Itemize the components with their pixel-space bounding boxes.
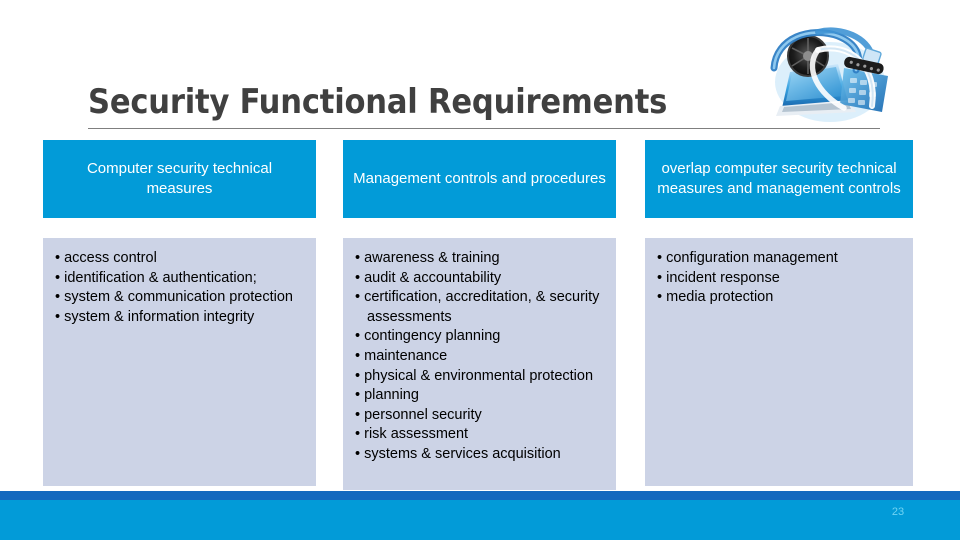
column-header-label: Management controls and procedures [353,170,606,187]
column-body-management-controls-and-procedures: • awareness & training • audit & account… [343,238,616,490]
list-item-label: maintenance [364,347,448,364]
title-divider [88,128,880,129]
list-item-label: certification, accreditation, & security… [364,289,600,325]
list-item-label: identification & authentication; [64,269,257,286]
column-header-computer-security-technical-measures: Computer security technical measures [43,140,316,218]
bullet-icon: • [657,269,667,286]
list-item: • certification, accreditation, & securi… [355,288,608,327]
list-item-label: system & information integrity [64,308,255,325]
list-item: • risk assessment [355,425,608,445]
list-item: • physical & environmental protection [355,367,608,387]
list-item-label: systems & services acquisition [364,445,561,462]
bullet-icon: • [657,289,667,306]
bullet-icon: • [355,426,365,443]
bullet-icon: • [355,328,365,345]
bullet-icon: • [355,445,365,462]
bullet-list: • awareness & training • audit & account… [355,249,608,465]
column-header-label: overlap computer security technical meas… [657,160,901,197]
bullet-list: • access control • identification & auth… [55,249,308,327]
list-item: • system & information integrity [55,308,308,328]
list-item-label: physical & environmental protection [364,367,594,384]
list-item-label: configuration management [666,250,838,266]
bullet-icon: • [355,289,365,306]
bullet-icon: • [355,387,365,404]
bullet-icon: • [355,367,365,384]
list-item-label: access control [64,250,157,266]
list-item: • awareness & training [355,249,608,269]
list-item: • personnel security [355,406,608,426]
bullet-icon: • [55,269,65,286]
list-item-label: risk assessment [364,426,469,443]
column-body-computer-security-technical-measures: • access control • identification & auth… [43,238,316,486]
page-title: Security Functional Requirements [88,82,668,122]
list-item: • access control [55,249,308,269]
slide-canvas: Security Functional Requirements Compute… [0,0,960,540]
bullet-icon: • [55,308,65,325]
list-item: • system & communication protection [55,288,308,308]
list-item-label: awareness & training [364,250,500,266]
bullet-icon: • [355,250,365,266]
page-number: 23 [891,506,905,518]
list-item: • contingency planning [355,327,608,347]
list-item-label: media protection [666,289,774,306]
list-item-label: contingency planning [364,328,501,345]
bullet-icon: • [657,250,667,266]
list-item: • identification & authentication; [55,269,308,289]
bullet-icon: • [55,289,65,306]
list-item-label: audit & accountability [364,269,502,286]
bullet-icon: • [355,269,365,286]
list-item-label: personnel security [364,406,482,423]
list-item: • planning [355,386,608,406]
column-header-management-controls-and-procedures: Management controls and procedures [343,140,616,218]
list-item: • media protection [657,288,905,308]
list-item: • incident response [657,269,905,289]
bullet-icon: • [355,406,365,423]
list-item: • audit & accountability [355,269,608,289]
column-header-overlap-computer-security-and-management-controls: overlap computer security technical meas… [645,140,913,218]
bullet-icon: • [55,250,65,266]
list-item-label: incident response [666,269,780,286]
column-body-overlap-computer-security-and-management-controls: • configuration management • incident re… [645,238,913,486]
bullet-list: • configuration management • incident re… [657,249,905,308]
list-item-label: system & communication protection [64,289,293,306]
list-item: • maintenance [355,347,608,367]
list-item: • systems & services acquisition [355,445,608,465]
list-item-label: planning [364,387,419,404]
list-item: • configuration management [657,249,905,269]
footer-bar [0,500,960,540]
bullet-icon: • [355,347,365,364]
column-header-label: Computer security technical measures [86,160,273,197]
footer-stripe [0,491,960,500]
